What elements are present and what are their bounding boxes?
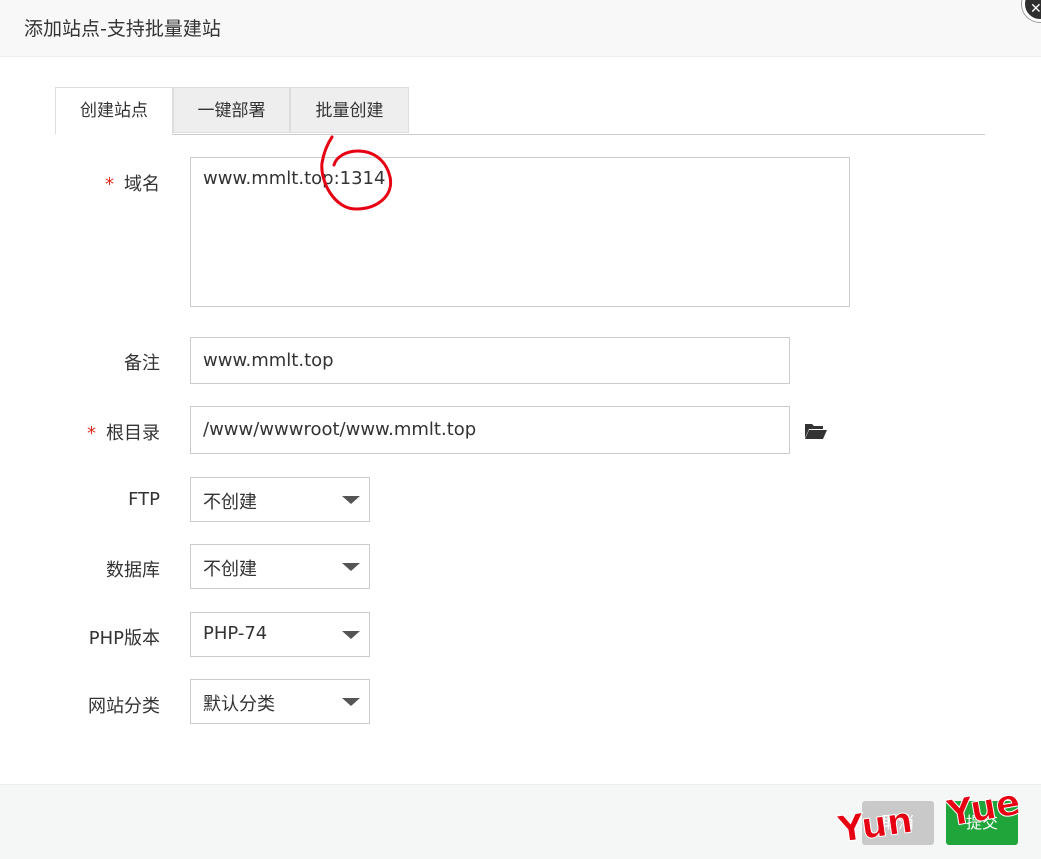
tab-bar: 创建站点 一键部署 批量创建 [55, 87, 985, 135]
ftp-select[interactable]: 不创建 [190, 477, 370, 522]
dialog-header: 添加站点-支持批量建站 [0, 0, 1041, 57]
chevron-down-icon [342, 631, 360, 639]
domain-textarea[interactable]: www.mmlt.top:1314 [190, 157, 850, 307]
php-version-select[interactable]: PHP-74 [190, 612, 370, 657]
php-version-select-value: PHP-74 [203, 623, 268, 644]
ftp-select-value: 不创建 [203, 492, 257, 513]
ftp-label: FTP [128, 489, 160, 510]
root-dir-label: * 根目录 [87, 423, 160, 444]
category-select-value: 默认分类 [203, 694, 275, 715]
required-mark: * [87, 423, 96, 444]
tab-batch-create[interactable]: 批量创建 [290, 87, 409, 133]
annotation-circle [320, 135, 393, 211]
category-select[interactable]: 默认分类 [190, 679, 370, 724]
database-select[interactable]: 不创建 [190, 544, 370, 589]
tab-one-click-deploy[interactable]: 一键部署 [173, 87, 290, 133]
dialog-title: 添加站点-支持批量建站 [24, 18, 221, 40]
remark-label: 备注 [124, 353, 160, 374]
folder-open-icon[interactable] [804, 421, 828, 441]
chevron-down-icon [342, 698, 360, 706]
remark-input[interactable]: www.mmlt.top [190, 337, 790, 384]
tab-create-site[interactable]: 创建站点 [55, 87, 173, 135]
chevron-down-icon [342, 563, 360, 571]
php-version-label: PHP版本 [88, 628, 160, 649]
domain-label: * 域名 [105, 174, 160, 195]
required-mark: * [105, 174, 114, 195]
chevron-down-icon [342, 496, 360, 504]
root-dir-input[interactable]: /www/wwwroot/www.mmlt.top [190, 406, 790, 454]
database-select-value: 不创建 [203, 559, 257, 580]
close-icon: ✕ [1030, 1, 1041, 17]
category-label: 网站分类 [88, 696, 160, 717]
database-label: 数据库 [106, 560, 160, 581]
